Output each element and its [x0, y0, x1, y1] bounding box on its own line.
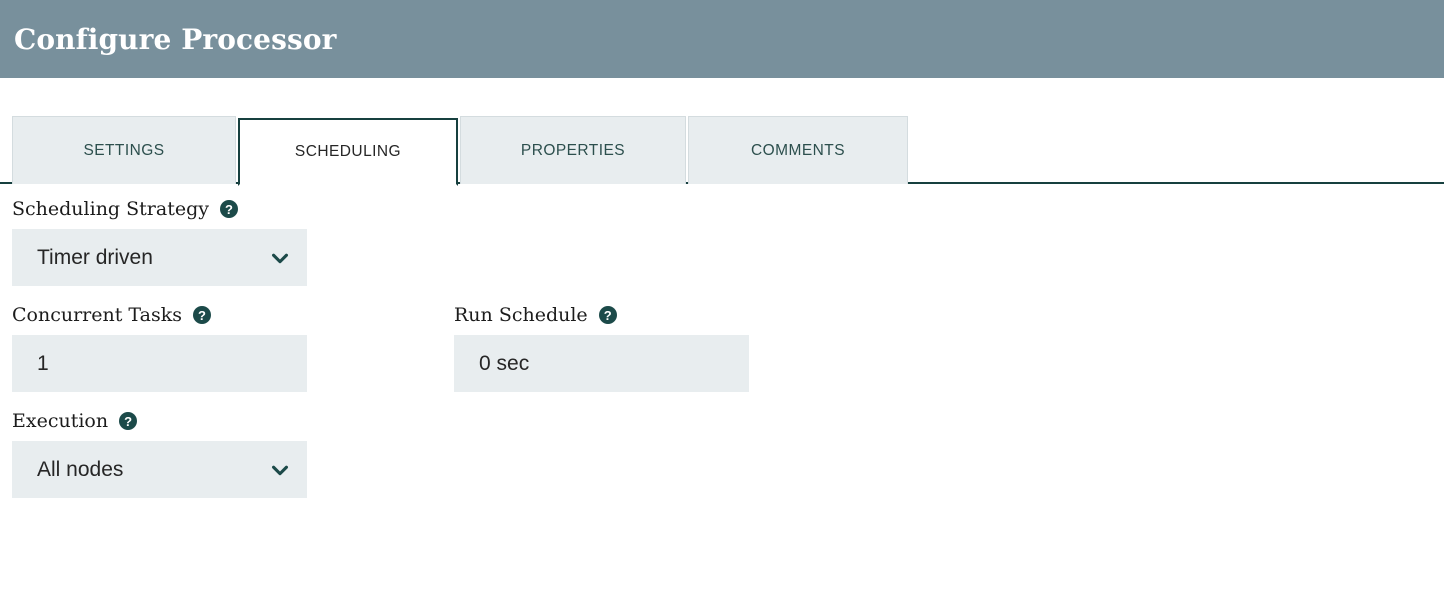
field-row-execution: Execution ? All nodes: [12, 410, 1444, 498]
tab-strip: SETTINGS SCHEDULING PROPERTIES COMMENTS: [0, 78, 1444, 186]
chevron-down-icon: [269, 247, 291, 269]
scheduling-strategy-select[interactable]: Timer driven: [12, 229, 307, 286]
run-schedule-value: 0 sec: [479, 351, 530, 375]
field-row-scheduling-strategy: Scheduling Strategy ? Timer driven: [12, 198, 1444, 286]
tab-settings[interactable]: SETTINGS: [12, 116, 236, 184]
scheduling-strategy-label: Scheduling Strategy ?: [12, 198, 307, 220]
field-execution: Execution ? All nodes: [12, 410, 307, 498]
execution-label-text: Execution: [12, 410, 109, 432]
scheduling-strategy-label-text: Scheduling Strategy: [12, 198, 209, 220]
field-run-schedule: Run Schedule ? 0 sec: [454, 304, 749, 392]
concurrent-tasks-input[interactable]: 1: [12, 335, 307, 392]
execution-select[interactable]: All nodes: [12, 441, 307, 498]
help-icon[interactable]: ?: [598, 306, 617, 324]
concurrent-tasks-label-text: Concurrent Tasks: [12, 304, 182, 326]
help-icon[interactable]: ?: [119, 412, 138, 430]
run-schedule-input[interactable]: 0 sec: [454, 335, 749, 392]
tab-properties-label: PROPERTIES: [520, 141, 626, 159]
help-icon[interactable]: ?: [219, 200, 238, 218]
field-row-tasks-schedule: Concurrent Tasks ? 1 Run Schedule ? 0 se…: [12, 304, 1444, 392]
field-concurrent-tasks: Concurrent Tasks ? 1: [12, 304, 307, 392]
dialog-header: Configure Processor: [0, 0, 1444, 78]
chevron-down-icon: [269, 459, 291, 481]
field-scheduling-strategy: Scheduling Strategy ? Timer driven: [12, 198, 307, 286]
concurrent-tasks-label: Concurrent Tasks ?: [12, 304, 307, 326]
tab-comments[interactable]: COMMENTS: [688, 116, 908, 184]
tab-scheduling[interactable]: SCHEDULING: [238, 118, 458, 186]
execution-label: Execution ?: [12, 410, 307, 432]
scheduling-strategy-value: Timer driven: [37, 245, 153, 269]
tab-properties[interactable]: PROPERTIES: [460, 116, 686, 184]
tab-comments-label: COMMENTS: [750, 141, 845, 159]
page-title: Configure Processor: [14, 22, 337, 56]
run-schedule-label: Run Schedule ?: [454, 304, 749, 326]
scheduling-form: Scheduling Strategy ? Timer driven Concu…: [0, 184, 1444, 498]
tab-settings-label: SETTINGS: [83, 141, 165, 159]
help-icon[interactable]: ?: [192, 306, 211, 324]
run-schedule-label-text: Run Schedule: [454, 304, 588, 326]
concurrent-tasks-value: 1: [37, 351, 49, 375]
tab-scheduling-label: SCHEDULING: [294, 143, 402, 160]
execution-value: All nodes: [37, 457, 124, 481]
